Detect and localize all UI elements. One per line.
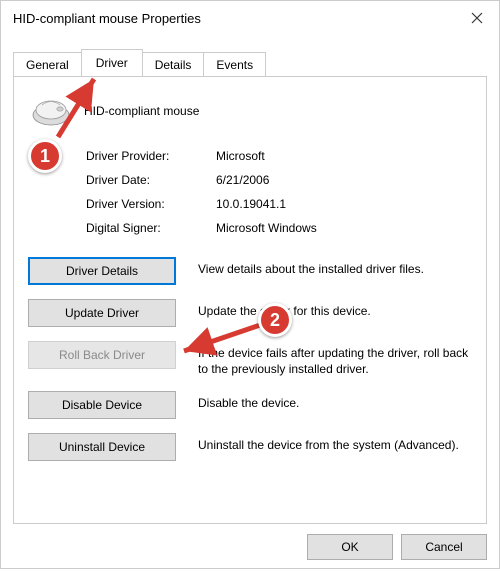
driver-details-button[interactable]: Driver Details <box>28 257 176 285</box>
update-driver-button[interactable]: Update Driver <box>28 299 176 327</box>
driver-date-value: 6/21/2006 <box>216 173 472 187</box>
driver-version-label: Driver Version: <box>86 197 216 211</box>
annotation-badge-1: 1 <box>28 139 62 173</box>
mouse-icon <box>30 95 72 127</box>
driver-provider-value: Microsoft <box>216 149 472 163</box>
device-name: HID-compliant mouse <box>84 104 199 118</box>
tab-details[interactable]: Details <box>142 52 205 77</box>
cancel-button[interactable]: Cancel <box>401 534 487 560</box>
tab-events[interactable]: Events <box>203 52 266 77</box>
uninstall-device-description: Uninstall the device from the system (Ad… <box>198 433 472 453</box>
roll-back-driver-description: If the device fails after updating the d… <box>198 341 472 377</box>
window-title: HID-compliant mouse Properties <box>13 11 201 26</box>
update-driver-description: Update the driver for this device. <box>198 299 472 319</box>
disable-device-description: Disable the device. <box>198 391 472 411</box>
titlebar: HID-compliant mouse Properties <box>1 1 499 35</box>
disable-device-button[interactable]: Disable Device <box>28 391 176 419</box>
close-button[interactable] <box>455 1 499 35</box>
driver-info: Driver Provider: Microsoft Driver Date: … <box>86 149 472 235</box>
tabstrip: General Driver Details Events <box>13 49 487 76</box>
driver-date-label: Driver Date: <box>86 173 216 187</box>
tab-general[interactable]: General <box>13 52 82 77</box>
roll-back-driver-button: Roll Back Driver <box>28 341 176 369</box>
tab-panel-driver: HID-compliant mouse Driver Provider: Mic… <box>13 76 487 524</box>
tab-driver[interactable]: Driver <box>81 49 143 76</box>
digital-signer-value: Microsoft Windows <box>216 221 472 235</box>
uninstall-device-button[interactable]: Uninstall Device <box>28 433 176 461</box>
driver-provider-label: Driver Provider: <box>86 149 216 163</box>
close-icon <box>471 12 483 24</box>
digital-signer-label: Digital Signer: <box>86 221 216 235</box>
driver-version-value: 10.0.19041.1 <box>216 197 472 211</box>
dialog-buttons: OK Cancel <box>1 524 499 572</box>
ok-button[interactable]: OK <box>307 534 393 560</box>
driver-details-description: View details about the installed driver … <box>198 257 472 277</box>
